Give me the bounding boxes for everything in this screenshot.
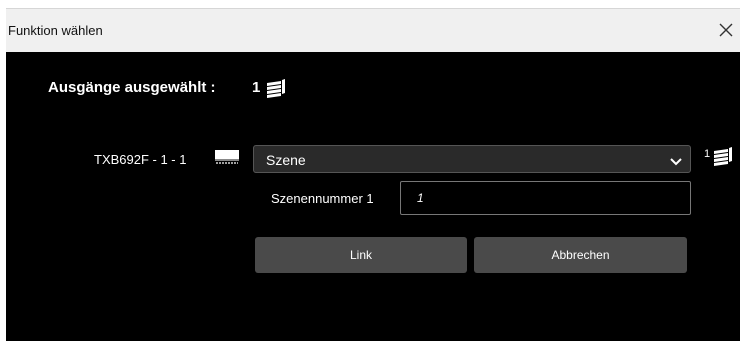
stack-outputs-icon bbox=[265, 76, 287, 103]
output-count: 1 bbox=[704, 148, 711, 160]
close-icon[interactable] bbox=[714, 18, 738, 42]
function-dialog: Funktion wählen Ausgänge ausgewählt : 1 … bbox=[6, 8, 740, 341]
function-select[interactable]: Szene bbox=[253, 145, 691, 173]
scene-number-input[interactable]: 1 bbox=[400, 181, 691, 215]
stack-outputs-icon bbox=[712, 146, 734, 171]
selected-outputs-count: 1 bbox=[252, 79, 261, 96]
dialog-titlebar: Funktion wählen bbox=[6, 8, 740, 52]
selected-outputs-label: Ausgänge ausgewählt : bbox=[48, 79, 216, 96]
shutter-device-icon bbox=[215, 150, 241, 171]
chevron-down-icon bbox=[670, 154, 682, 172]
function-select-value: Szene bbox=[266, 152, 306, 168]
scene-number-value: 1 bbox=[417, 191, 424, 205]
device-label: TXB692F - 1 - 1 bbox=[94, 152, 187, 167]
dialog-title: Funktion wählen bbox=[8, 23, 103, 38]
cancel-button[interactable]: Abbrechen bbox=[474, 237, 687, 273]
scene-number-label: Szenennummer 1 bbox=[271, 191, 374, 206]
link-button[interactable]: Link bbox=[255, 237, 467, 273]
